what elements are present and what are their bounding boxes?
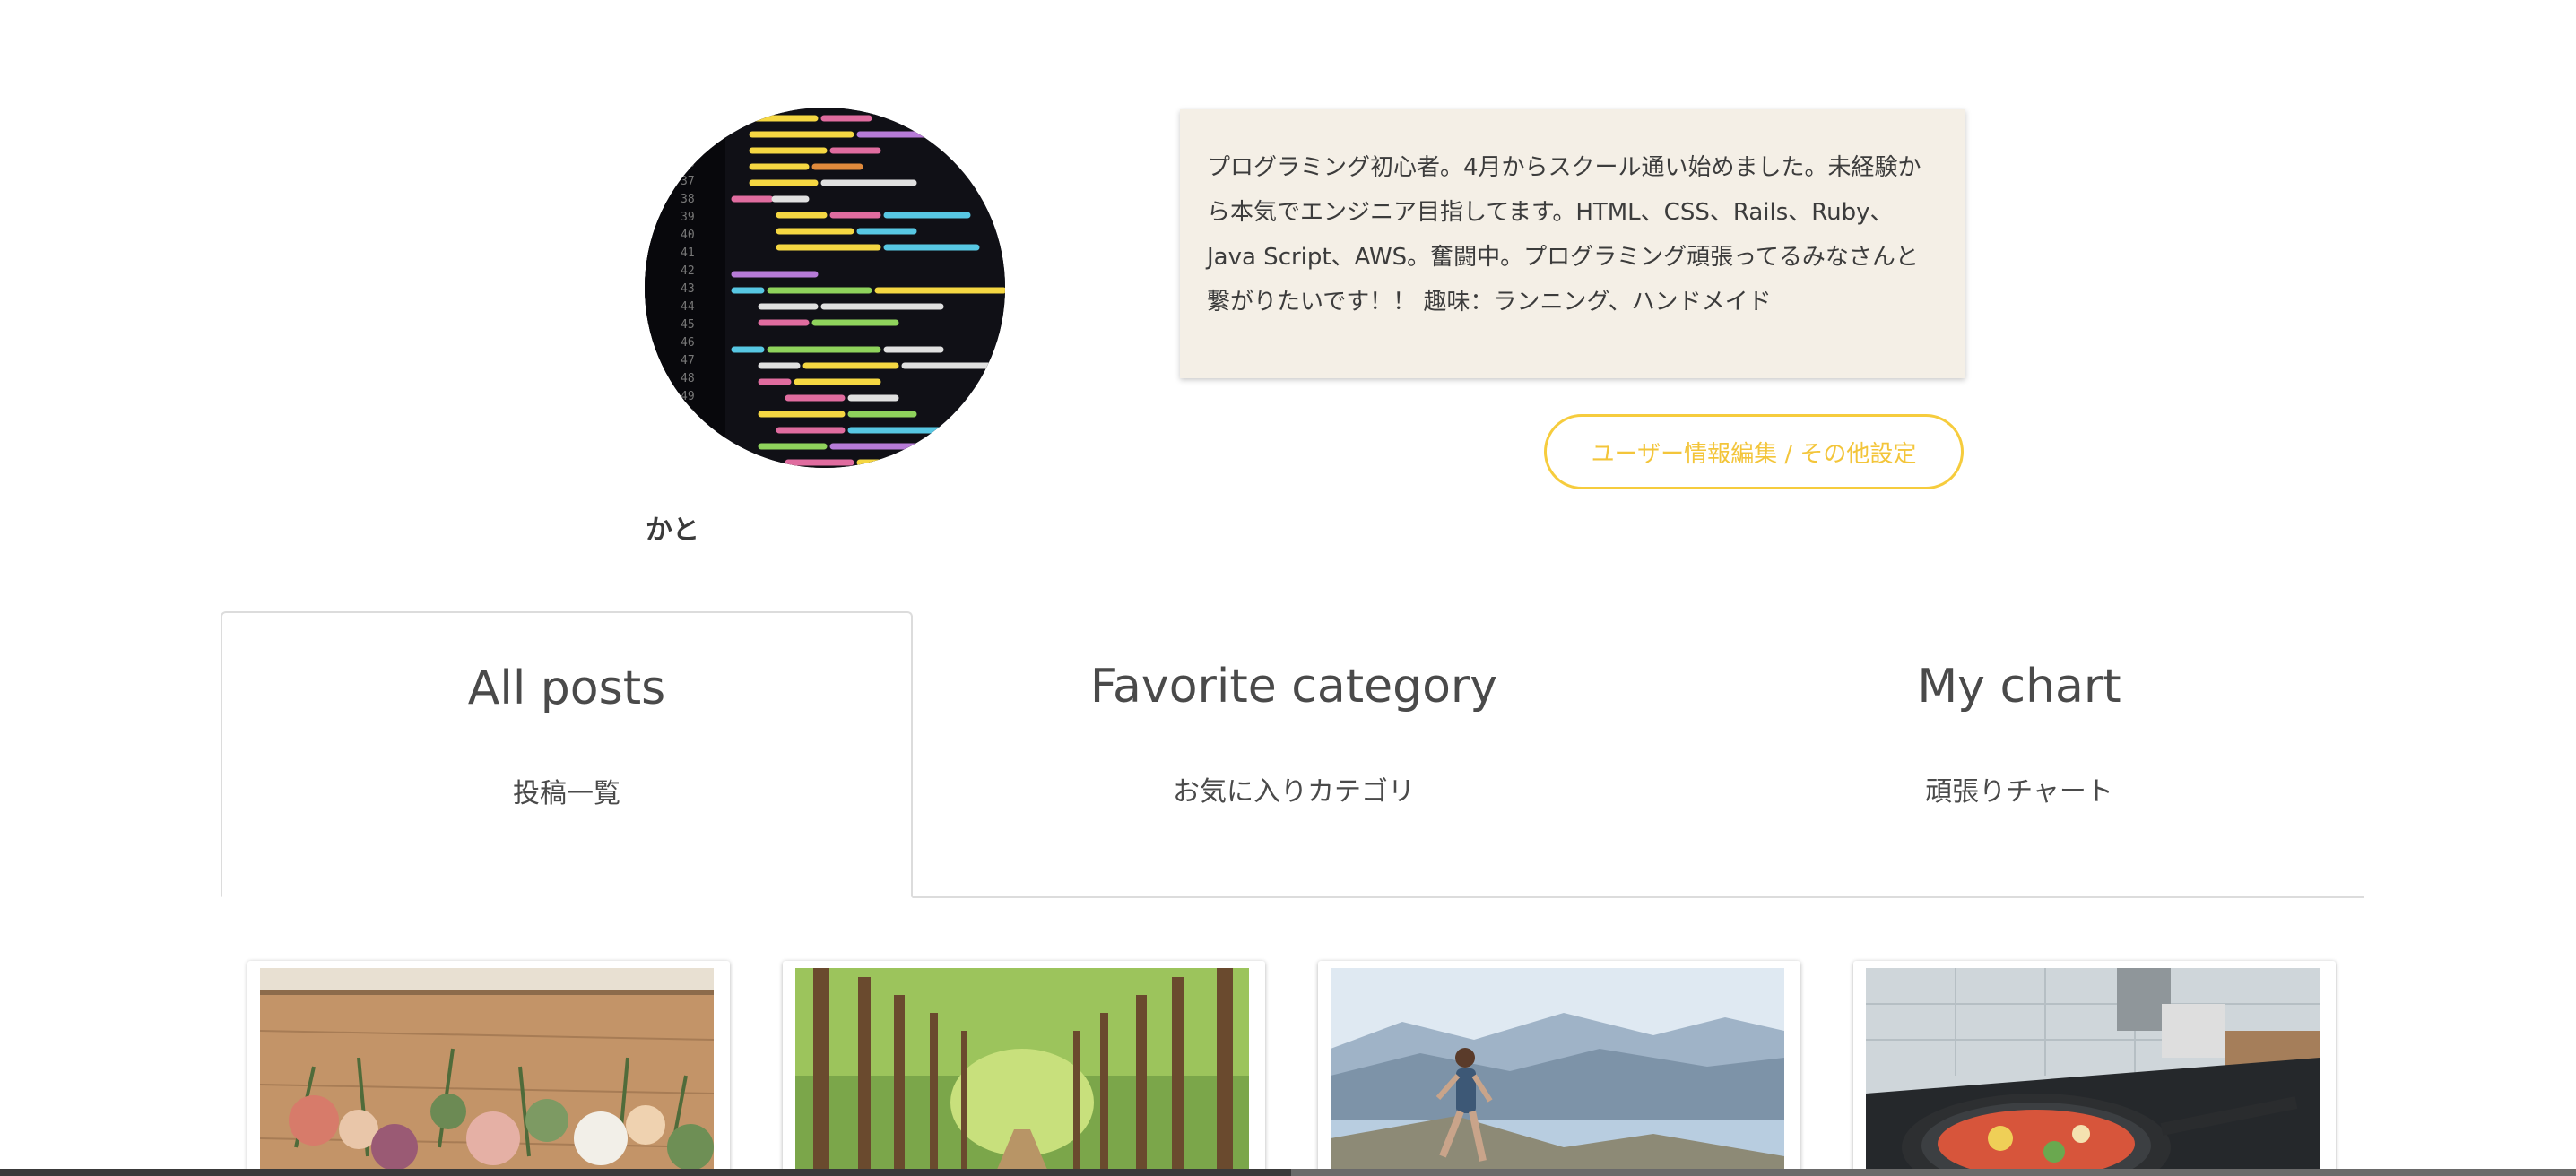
frying-pan-on-stove-icon [1866, 968, 2320, 1176]
tab-my-chart[interactable]: My chart 頑張りチャート [1675, 611, 2364, 898]
post-thumbnail [1331, 968, 1784, 1176]
code-screen-avatar-icon: 36 37 38 39 40 41 42 43 44 45 46 47 48 4… [645, 108, 1005, 468]
post-card[interactable] [1318, 961, 1800, 1176]
tab-all-posts[interactable]: All posts 投稿一覧 [221, 611, 913, 898]
edit-profile-button[interactable]: ユーザー情報編集 / その他設定 [1544, 414, 1964, 489]
svg-text:48: 48 [681, 372, 695, 385]
svg-text:39: 39 [681, 211, 695, 224]
post-card[interactable] [247, 961, 730, 1176]
svg-text:36: 36 [681, 157, 695, 170]
runner-by-mountain-lake-icon [1331, 968, 1784, 1176]
tab-favorite-category[interactable]: Favorite category お気に入りカテゴリ [913, 611, 1675, 898]
svg-text:45: 45 [681, 318, 695, 332]
svg-text:43: 43 [681, 282, 695, 296]
tab-subtitle: お気に入りカテゴリ [1173, 776, 1415, 808]
svg-text:40: 40 [681, 229, 695, 242]
svg-text:41: 41 [681, 246, 695, 260]
avatar: 36 37 38 39 40 41 42 43 44 45 46 47 48 4… [645, 108, 1005, 468]
tab-subtitle: 頑張りチャート [1925, 776, 2113, 808]
tab-title: My chart [1917, 660, 2121, 713]
post-thumbnail [1866, 968, 2320, 1176]
tab-title: Favorite category [1089, 660, 1498, 713]
username: かと [646, 514, 699, 546]
svg-text:42: 42 [681, 264, 695, 278]
bio-text: プログラミング初心者。4月からスクール通い始めました。未経験から本気でエンジニア… [1180, 109, 1965, 378]
svg-text:38: 38 [681, 193, 695, 206]
bottom-scrollbar [0, 1169, 2576, 1176]
tree-lined-forest-path-icon [795, 968, 1249, 1176]
svg-text:44: 44 [681, 300, 695, 314]
tab-title: All posts [467, 662, 666, 715]
tab-subtitle: 投稿一覧 [513, 778, 620, 809]
svg-text:50: 50 [681, 408, 695, 421]
post-thumbnail [260, 968, 714, 1176]
post-thumbnail [795, 968, 1249, 1176]
post-card[interactable] [1853, 961, 2336, 1176]
svg-text:49: 49 [681, 390, 695, 403]
svg-text:37: 37 [681, 175, 695, 188]
svg-text:47: 47 [681, 354, 695, 368]
profile-page: 36 37 38 39 40 41 42 43 44 45 46 47 48 4… [0, 0, 2576, 1176]
post-card[interactable] [783, 961, 1265, 1176]
svg-text:46: 46 [681, 336, 695, 350]
flowers-on-wooden-table-icon [260, 968, 714, 1176]
